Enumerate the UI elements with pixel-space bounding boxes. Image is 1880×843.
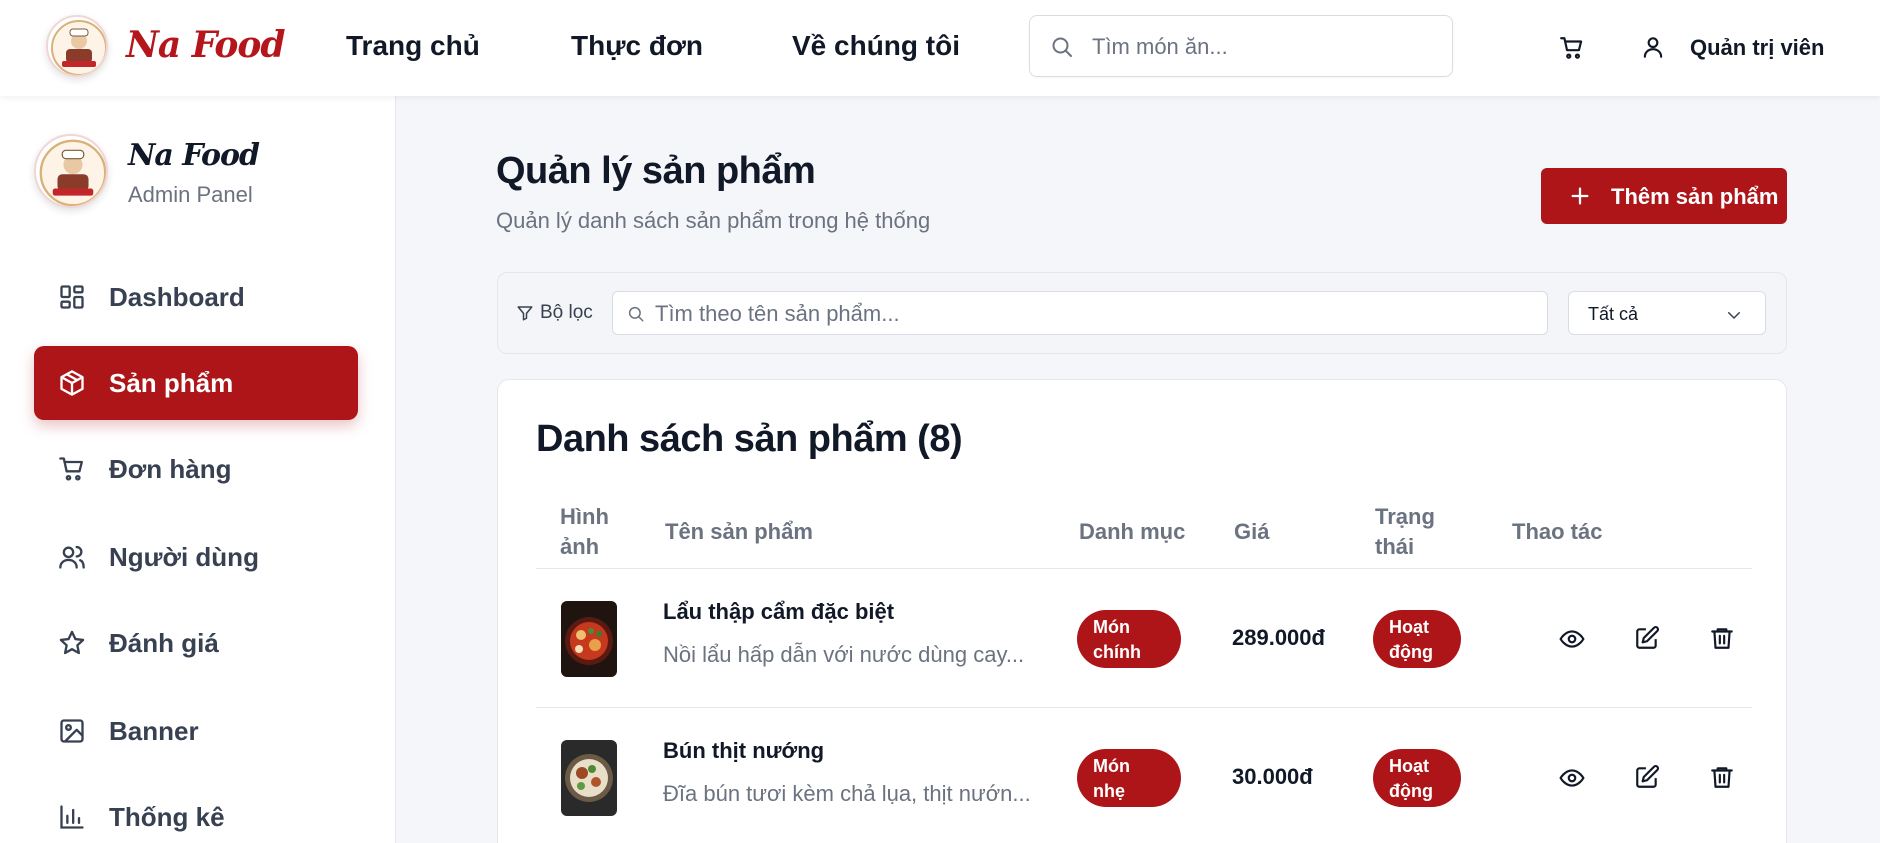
column-header-category: Danh mục [1079, 519, 1186, 544]
page-title: Quản lý sản phẩm [496, 150, 816, 192]
image-icon [58, 717, 86, 745]
column-header-actions: Thao tác [1512, 519, 1603, 544]
category-select[interactable]: Tất cả [1568, 291, 1766, 335]
sidebar-item-label: Đánh giá [109, 628, 219, 658]
top-navbar: Na Food Trang chủ Thực đơn Về chúng tôi … [0, 0, 1880, 96]
header-search [1029, 15, 1453, 77]
view-icon[interactable] [1559, 765, 1585, 791]
nav-home-link[interactable]: Trang chủ [346, 30, 480, 62]
chevron-down-icon [1725, 306, 1743, 324]
category-badge: Món nhẹ [1077, 749, 1181, 807]
sidebar-item-products[interactable]: Sản phẩm [34, 346, 358, 420]
add-product-label: Thêm sản phẩm [1611, 184, 1779, 209]
sidebar-item-reviews[interactable]: Đánh giá [34, 606, 358, 680]
sidebar-item-statistics[interactable]: Thống kê [34, 780, 358, 843]
cart-button[interactable] [1559, 35, 1585, 61]
product-price: 289.000đ [1232, 625, 1325, 650]
sidebar-item-label: Đơn hàng [109, 454, 232, 484]
edit-icon[interactable] [1634, 625, 1660, 651]
nav-about-link[interactable]: Về chúng tôi [792, 30, 960, 62]
column-header-status: Trạng thái [1375, 504, 1435, 559]
product-name: Lẩu thập cẩm đặc biệt [663, 599, 895, 624]
search-icon [627, 305, 645, 323]
brand-name[interactable]: Na Food [126, 24, 286, 66]
bar-chart-icon [58, 803, 86, 831]
product-list-card: Danh sách sản phẩm (8) Hình ảnh Tên sản … [497, 379, 1787, 843]
table-row: Lẩu thập cẩm đặc biệt Nồi lẩu hấp dẫn vớ… [536, 569, 1752, 708]
user-role-label[interactable]: Quản trị viên [1690, 35, 1824, 61]
nav-menu-link[interactable]: Thực đơn [571, 30, 703, 62]
product-description: Đĩa bún tươi kèm chả lụa, thịt nướn... [663, 781, 1031, 806]
sidebar-item-label: Banner [109, 716, 199, 746]
product-thumbnail [561, 740, 617, 816]
table-row: Bún thịt nướng Đĩa bún tươi kèm chả lụa,… [536, 708, 1752, 843]
sidebar-item-label: Dashboard [109, 282, 245, 312]
view-icon[interactable] [1559, 626, 1585, 652]
product-search-input[interactable] [655, 298, 1525, 330]
sidebar-item-label: Thống kê [109, 802, 225, 832]
product-thumbnail [561, 601, 617, 677]
product-description: Nồi lẩu hấp dẫn với nước dùng cay... [663, 642, 1025, 667]
sidebar-item-label: Sản phẩm [109, 368, 234, 398]
filter-icon [516, 304, 534, 322]
sidebar-subtitle: Admin Panel [128, 182, 253, 207]
delete-icon[interactable] [1709, 625, 1735, 651]
brand-logo[interactable] [46, 15, 108, 77]
admin-sidebar: Na Food Admin Panel Dashboard Sản phẩm Đ… [0, 96, 396, 843]
add-product-button[interactable]: Thêm sản phẩm [1541, 168, 1787, 224]
sidebar-item-dashboard[interactable]: Dashboard [34, 260, 358, 334]
cart-icon [1559, 35, 1585, 61]
sidebar-item-users[interactable]: Người dùng [34, 520, 358, 594]
status-badge: Hoạt động [1373, 749, 1461, 807]
delete-icon[interactable] [1709, 764, 1735, 790]
product-list-title: Danh sách sản phẩm (8) [536, 418, 963, 460]
status-badge: Hoạt động [1373, 610, 1461, 668]
plus-icon [1569, 185, 1591, 207]
column-header-price: Giá [1234, 519, 1270, 544]
dashboard-icon [58, 283, 86, 311]
filter-search [612, 291, 1548, 335]
category-badge: Món chính [1077, 610, 1181, 668]
user-icon [1640, 34, 1666, 60]
users-icon [58, 543, 86, 571]
sidebar-item-orders[interactable]: Đơn hàng [34, 432, 358, 506]
box-icon [58, 369, 86, 397]
star-icon [58, 629, 86, 657]
sidebar-item-label: Người dùng [109, 542, 259, 572]
page-subtitle: Quản lý danh sách sản phẩm trong hệ thốn… [496, 208, 931, 233]
category-select-value: Tất cả [1588, 304, 1639, 324]
product-name: Bún thịt nướng [663, 738, 825, 763]
sidebar-brand: Na Food [128, 138, 260, 173]
column-header-name: Tên sản phẩm [665, 519, 813, 544]
product-price: 30.000đ [1232, 764, 1313, 789]
search-icon [1050, 35, 1074, 59]
user-button[interactable] [1640, 34, 1666, 60]
filter-bar: Bộ lọc Tất cả [497, 272, 1787, 354]
edit-icon[interactable] [1634, 764, 1660, 790]
sidebar-logo [34, 134, 108, 208]
column-header-image: Hình ảnh [560, 504, 609, 559]
header-search-input[interactable] [1092, 28, 1432, 66]
sidebar-item-banner[interactable]: Banner [34, 694, 358, 768]
cart-icon [58, 455, 86, 483]
